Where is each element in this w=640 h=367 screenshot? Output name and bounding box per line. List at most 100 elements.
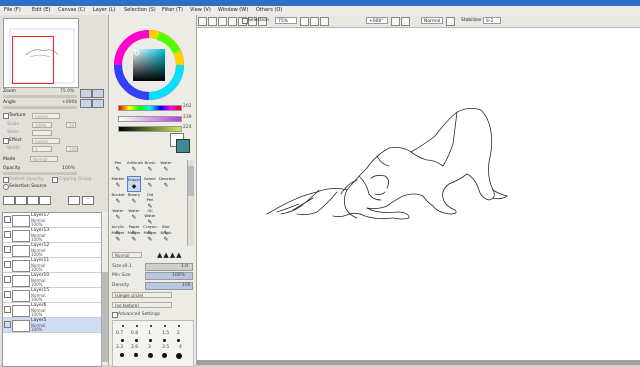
tool-water3[interactable]: Water ✎	[127, 208, 141, 224]
layer-item[interactable]: Layer11 Normal 100%	[3, 258, 101, 273]
preset-label[interactable]: 0.7	[116, 331, 123, 336]
preset-label[interactable]: 1.5	[162, 331, 169, 336]
navigator-viewport[interactable]	[12, 36, 54, 84]
scroll-thumb[interactable]	[188, 166, 194, 196]
menu-edit[interactable]: Edit (E)	[32, 7, 50, 13]
preset-label[interactable]: 4	[179, 345, 182, 350]
brush-dot[interactable]	[121, 339, 124, 342]
brush-dot[interactable]	[176, 353, 182, 359]
menu-canvas[interactable]: Canvas (C)	[58, 7, 85, 13]
visibility-icon[interactable]	[4, 276, 11, 283]
size-multiplier[interactable]: x0.1	[122, 264, 132, 269]
merge-layer-button[interactable]	[39, 196, 51, 205]
nav-rotate-button[interactable]	[80, 99, 92, 108]
layer-item[interactable]: Layer6 Normal 100%	[3, 303, 101, 318]
zoom-field[interactable]: 75%	[275, 17, 297, 24]
scroll-thumb[interactable]	[102, 272, 108, 362]
color-wheel[interactable]	[113, 30, 193, 102]
preset-label[interactable]: 2.3	[116, 345, 123, 350]
layer-item[interactable]: Layer15 Normal 100%	[3, 288, 101, 303]
tool-water[interactable]: Water ✎	[159, 160, 173, 176]
flip-button[interactable]	[446, 17, 455, 26]
layer-mode-select[interactable]: Normal	[30, 156, 58, 162]
tool-marker2[interactable]: Marker ✎	[111, 230, 125, 246]
layer-item[interactable]: Layer12 Normal 100%	[3, 243, 101, 258]
tool-pen[interactable]: Pen ✎	[111, 160, 125, 176]
tool-button[interactable]	[198, 17, 207, 26]
preset-label[interactable]: 2	[177, 331, 180, 336]
rotate-right-button[interactable]	[401, 17, 410, 26]
layer-settings-button[interactable]	[68, 196, 80, 205]
preset-label[interactable]: 1	[148, 331, 151, 336]
visibility-icon[interactable]	[4, 216, 11, 223]
preset-label[interactable]: 2.6	[131, 345, 138, 350]
tool-button[interactable]	[218, 17, 227, 26]
tool-airbrush[interactable]: AirBrush ✎	[127, 160, 143, 176]
tool-button[interactable]	[228, 17, 237, 26]
new-layer-folder-button[interactable]	[15, 196, 27, 205]
nav-rotate-button[interactable]	[92, 99, 104, 108]
menu-layer[interactable]: Layer (L)	[93, 7, 115, 13]
tool-eraser[interactable]: Eraser ◆	[127, 176, 141, 192]
layer-item[interactable]: Layer5 Normal 100%	[3, 318, 101, 333]
menu-others[interactable]: Others (O)	[256, 7, 282, 13]
tool-binary[interactable]: Binary ✎	[127, 192, 141, 208]
stabilizer-select[interactable]: S-2	[483, 17, 501, 24]
tool-oilwater[interactable]: Oil Water ✎	[143, 208, 157, 226]
texture-select[interactable]: (none)	[32, 113, 60, 119]
layer-item[interactable]: Layer13 Normal 100%	[3, 228, 101, 243]
brush-dot[interactable]	[177, 339, 180, 342]
strength-field[interactable]	[32, 130, 52, 136]
value-slider[interactable]	[118, 126, 182, 132]
menu-file[interactable]: File (F)	[4, 7, 21, 13]
drawing-canvas[interactable]	[197, 28, 640, 360]
layer-item[interactable]: Layer10 Normal 100%	[3, 273, 101, 288]
brush-dot[interactable]	[163, 339, 166, 342]
opacity-slider[interactable]	[3, 172, 77, 175]
brush-mode-select[interactable]: Normal	[112, 252, 142, 258]
width2-field[interactable]: 100	[66, 146, 78, 152]
brush-dot[interactable]	[150, 325, 152, 327]
visibility-icon[interactable]	[4, 246, 11, 253]
hue-slider[interactable]	[118, 105, 182, 111]
tool-select[interactable]: Select ✎	[143, 176, 157, 192]
delete-layer-button[interactable]	[82, 196, 94, 205]
scale-field[interactable]: 100%	[32, 122, 52, 128]
brush-dot[interactable]	[148, 353, 153, 358]
zoom-reset-button[interactable]	[320, 17, 329, 26]
tool-scrollbar[interactable]	[187, 160, 194, 246]
menu-view[interactable]: View (V)	[190, 7, 211, 13]
brush-edge-icons[interactable]: ▲▲▲▲	[157, 251, 183, 259]
brush-dot[interactable]	[162, 353, 167, 358]
menu-window[interactable]: Window (W)	[218, 7, 248, 13]
brush-dot[interactable]	[136, 325, 138, 327]
preset-label[interactable]: 0.8	[131, 331, 138, 336]
visibility-icon[interactable]	[4, 291, 11, 298]
menu-selection[interactable]: Selection (S)	[124, 7, 156, 13]
rotate-left-button[interactable]	[391, 17, 400, 26]
visibility-icon[interactable]	[4, 231, 11, 238]
angle-slider[interactable]	[3, 106, 77, 109]
layer-item[interactable]: Layer17 Normal 100%	[3, 213, 101, 228]
tool-water2[interactable]: Water ✎	[111, 208, 125, 224]
nav-zoom-button[interactable]	[80, 89, 92, 98]
primary-color-swatch[interactable]	[176, 139, 190, 153]
tool-deselect[interactable]: Deselect ✎	[159, 176, 176, 192]
tool-marker[interactable]: Marker ✎	[111, 176, 125, 192]
tool-marker3[interactable]: Marker ✎	[127, 230, 141, 246]
zoom-slider[interactable]	[3, 95, 77, 98]
brush-shape-select[interactable]: (simple circle)	[112, 292, 172, 298]
tool-brush2[interactable]: Brush ✎	[159, 230, 173, 246]
brush-dot[interactable]	[164, 325, 166, 327]
visibility-icon[interactable]	[4, 261, 11, 268]
tool-marker4[interactable]: Marker ✎	[143, 230, 157, 246]
saturation-slider[interactable]	[118, 116, 182, 122]
brush-dot[interactable]	[135, 339, 138, 342]
tool-oldpen[interactable]: Old Pen ✎	[143, 192, 157, 210]
zoom-in-button[interactable]	[310, 17, 319, 26]
brush-dot[interactable]	[149, 339, 152, 342]
copy-layer-button[interactable]	[27, 196, 39, 205]
zoom-out-button[interactable]	[300, 17, 309, 26]
angle-field[interactable]: +000°	[366, 17, 388, 24]
layer-scrollbar[interactable]	[101, 212, 108, 365]
